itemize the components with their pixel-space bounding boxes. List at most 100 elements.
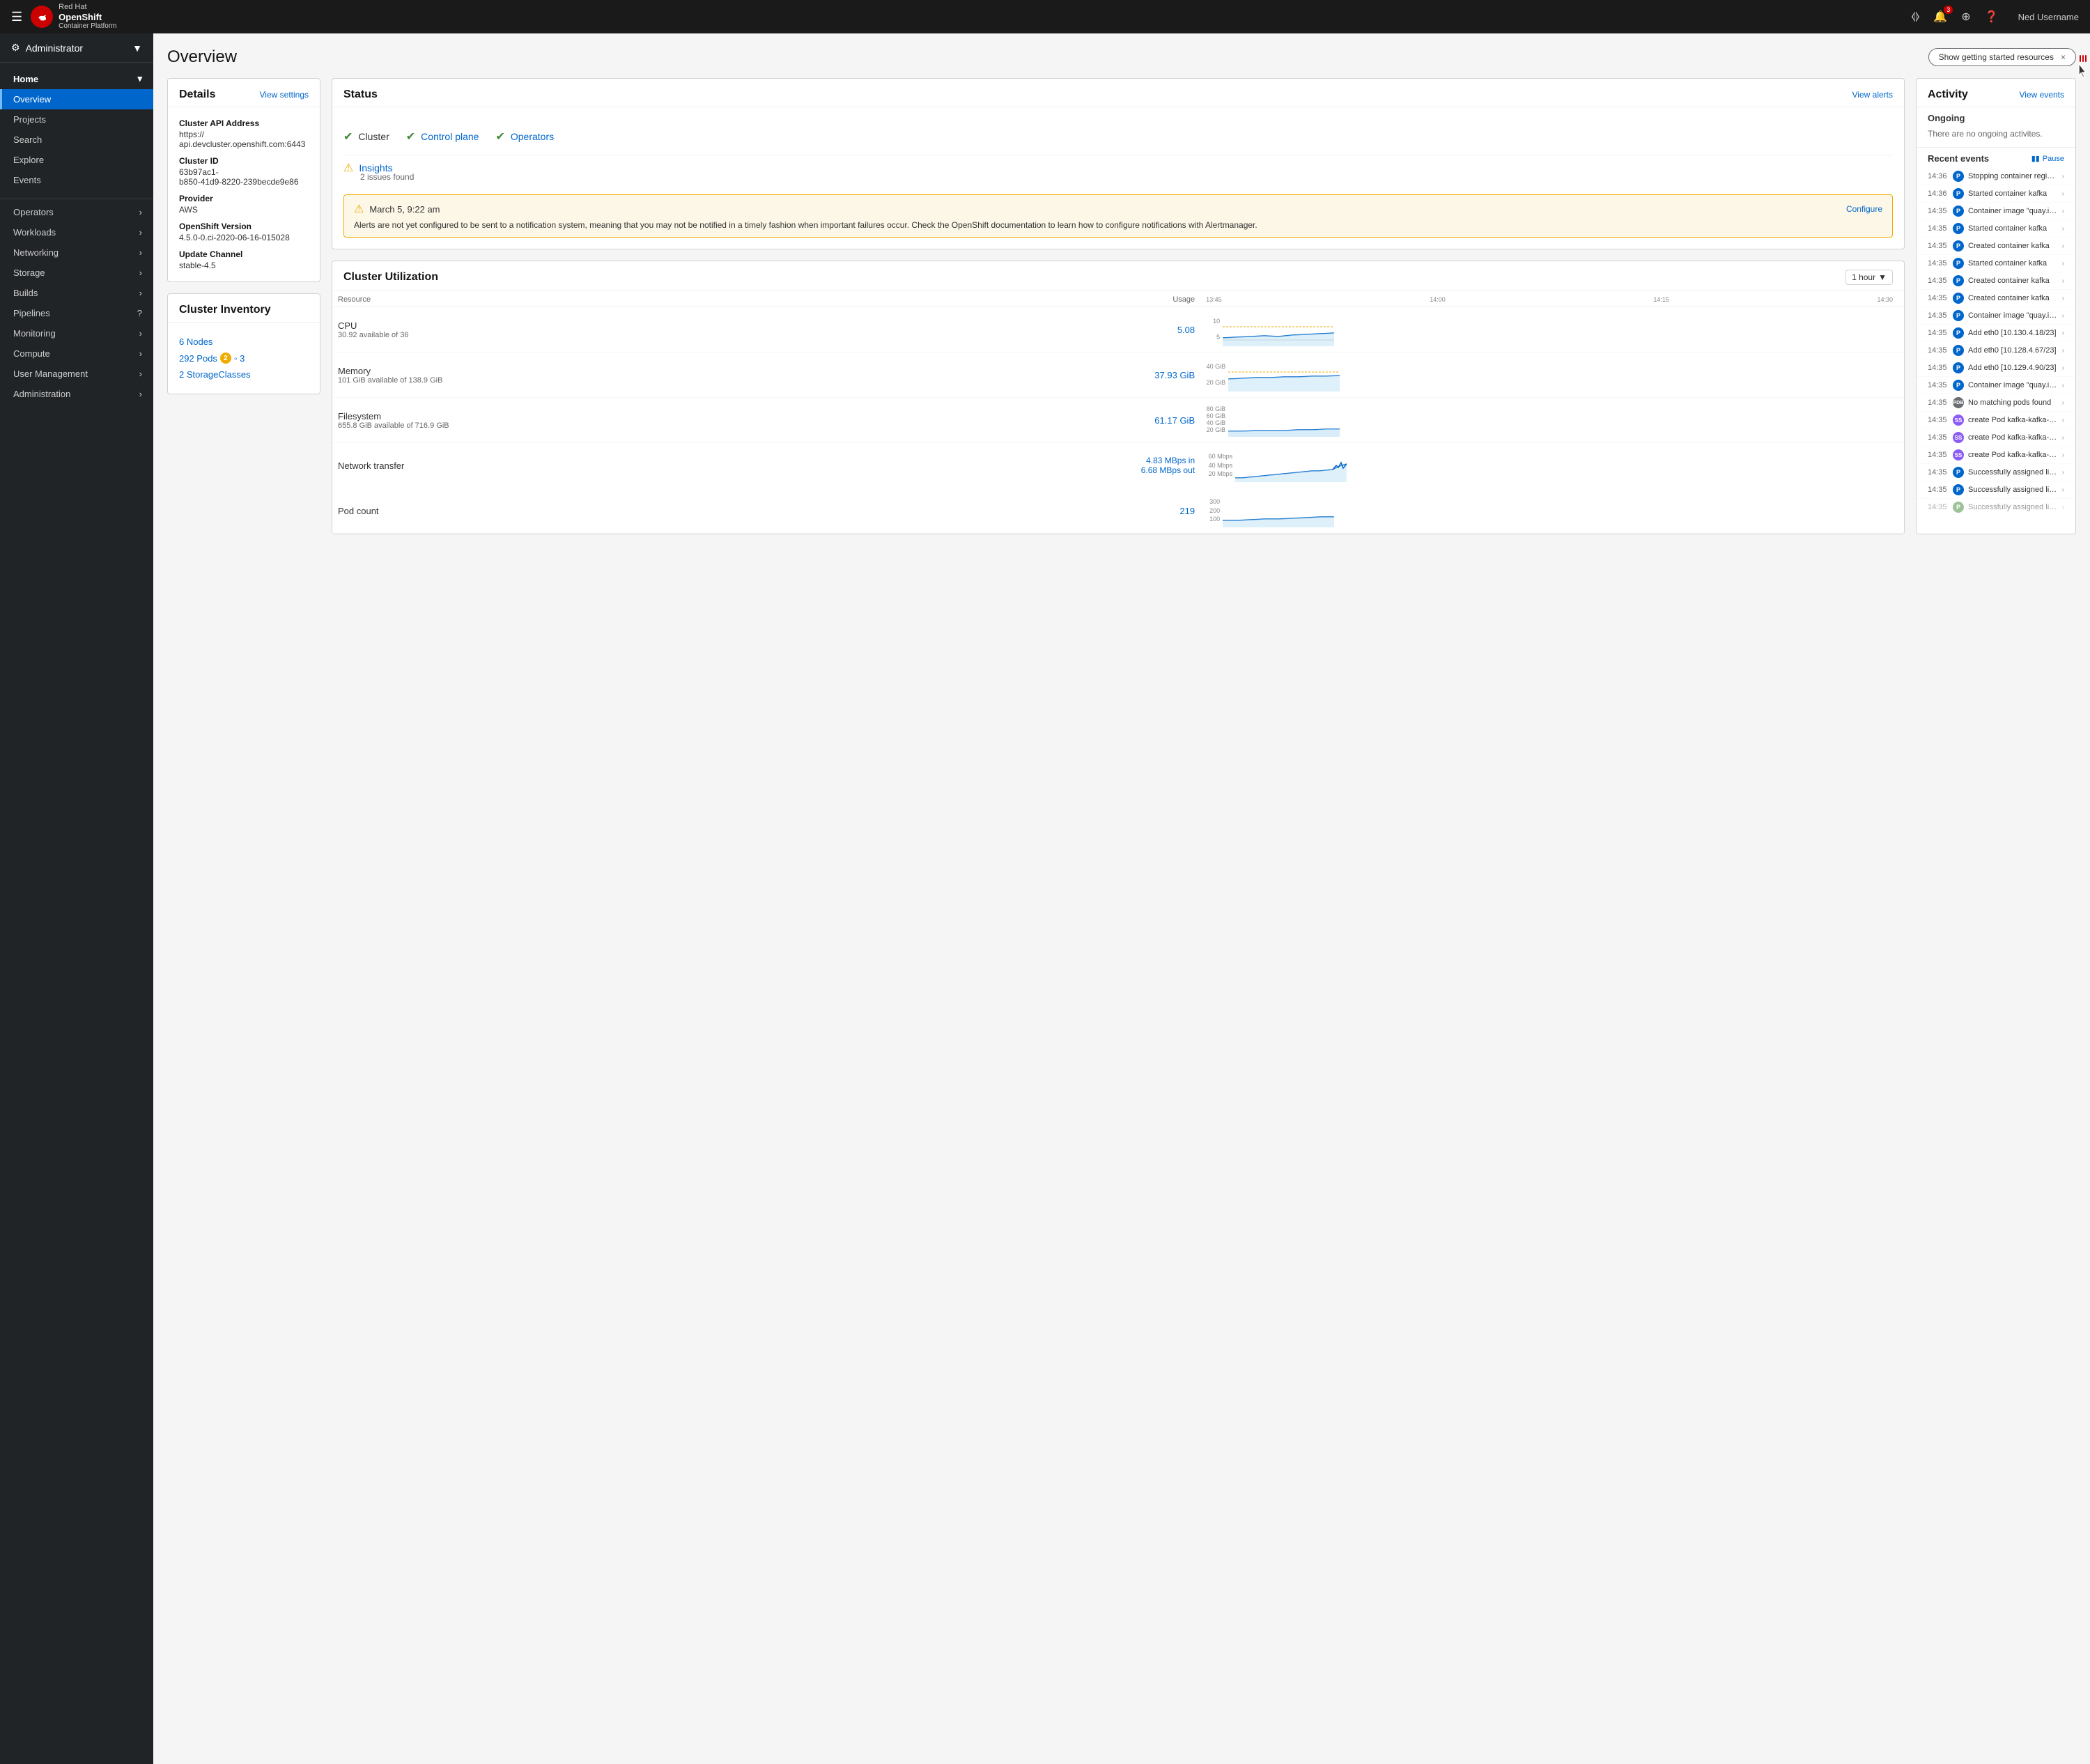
event-row[interactable]: 14:36 P Started container kafka › — [1917, 185, 2075, 203]
event-row[interactable]: 14:35 P Successfully assigned liz/ka... … — [1917, 464, 2075, 481]
sidebar-item-events[interactable]: Events — [0, 170, 153, 190]
event-arrow-icon: › — [2062, 330, 2064, 337]
content-grid: Details View settings Cluster API Addres… — [167, 78, 2076, 534]
view-events-link[interactable]: View events — [2020, 90, 2064, 100]
inventory-panel-body: 6 Nodes 292 Pods 2 ◦ 3 2 StorageClasses — [168, 323, 320, 394]
event-arrow-icon: › — [2062, 190, 2064, 198]
view-alerts-link[interactable]: View alerts — [1852, 90, 1893, 100]
add-icon[interactable]: ⊕ — [1961, 10, 1970, 24]
chevron-right-icon: › — [139, 369, 142, 379]
operators-link[interactable]: Operators — [511, 131, 554, 142]
hamburger-menu[interactable]: ☰ — [11, 10, 22, 24]
sidebar-item-operators[interactable]: Operators › — [0, 202, 153, 222]
chevron-right-icon: › — [139, 389, 142, 399]
close-icon[interactable]: × — [2061, 52, 2066, 62]
sidebar-item-workloads[interactable]: Workloads › — [0, 222, 153, 242]
update-channel-value: stable-4.5 — [179, 261, 309, 270]
network-chart-svg — [1235, 449, 1347, 482]
pod-count-chart: 300 200 100 — [1200, 488, 1904, 534]
pause-button[interactable]: ▮▮ Pause — [2031, 154, 2064, 163]
sidebar-item-pipelines[interactable]: Pipelines ? — [0, 303, 153, 323]
event-row[interactable]: 14:35 P Add eth0 [10.128.4.67/23] › — [1917, 342, 2075, 359]
event-row[interactable]: 14:35 P Started container kafka › — [1917, 220, 2075, 238]
event-row[interactable]: 14:35 P Created container kafka › — [1917, 272, 2075, 290]
sidebar-item-builds[interactable]: Builds › — [0, 283, 153, 303]
ongoing-empty: There are no ongoing activites. — [1917, 126, 2075, 147]
brand-text: Red Hat OpenShift Container Platform — [59, 3, 116, 31]
event-badge-p: P — [1953, 345, 1964, 356]
sidebar-item-user-management[interactable]: User Management › — [0, 364, 153, 384]
sidebar-item-overview[interactable]: Overview — [0, 89, 153, 109]
provider-label: Provider — [179, 194, 309, 203]
activity-panel-header: Activity View events — [1917, 79, 2075, 107]
chevron-right-icon: › — [139, 268, 142, 278]
cluster-status: ✔ Cluster — [343, 124, 389, 149]
inventory-nodes[interactable]: 6 Nodes — [179, 334, 309, 350]
utilization-body: CPU 30.92 available of 36 5.08 10 5 — [332, 307, 1904, 534]
activity-title: Activity — [1928, 88, 1968, 101]
cursor-icon — [2076, 63, 2090, 80]
event-row[interactable]: 14:35 P Container image "quay.io/st... › — [1917, 307, 2075, 325]
alert-text: Alerts are not yet configured to be sent… — [354, 220, 1882, 230]
event-row[interactable]: 14:35 P Add eth0 [10.129.4.90/23] › — [1917, 359, 2075, 377]
openshift-version-label: OpenShift Version — [179, 222, 309, 231]
inventory-pods[interactable]: 292 Pods 2 ◦ 3 — [179, 350, 309, 366]
event-row[interactable]: 14:35 P Started container kafka › — [1917, 255, 2075, 272]
user-menu[interactable]: Ned Username — [2018, 12, 2079, 22]
spin-badge: ◦ 3 — [234, 353, 245, 364]
chevron-right-icon: › — [139, 348, 142, 359]
event-row[interactable]: 14:35 P Add eth0 [10.130.4.18/23] › — [1917, 325, 2075, 342]
event-row[interactable]: 14:35 P Successfully assigned liz/ka... … — [1917, 481, 2075, 499]
sidebar-item-explore[interactable]: Explore — [0, 150, 153, 170]
event-arrow-icon: › — [2062, 364, 2064, 372]
event-row[interactable]: 14:36 P Stopping container registry... › — [1917, 168, 2075, 185]
event-row[interactable]: 14:35 P Container image "quay.io/st... › — [1917, 203, 2075, 220]
cluster-status-label: Cluster — [358, 131, 389, 142]
event-row[interactable]: 14:35 P Created container kafka › — [1917, 290, 2075, 307]
cpu-chart: 10 5 — [1200, 307, 1904, 353]
inventory-storage-classes[interactable]: 2 StorageClasses — [179, 366, 309, 382]
sidebar-item-monitoring[interactable]: Monitoring › — [0, 323, 153, 343]
cluster-api-value: https://api.devcluster.openshift.com:644… — [179, 130, 309, 149]
notification-bell-icon[interactable]: 🔔 3 — [1933, 10, 1947, 24]
admin-switcher[interactable]: ⚙ Administrator ▼ — [0, 33, 153, 63]
event-row[interactable]: 14:35 PDB No matching pods found › — [1917, 394, 2075, 412]
sidebar-item-search[interactable]: Search — [0, 130, 153, 150]
event-row[interactable]: 14:35 P Created container kafka › — [1917, 238, 2075, 255]
getting-started-button[interactable]: Show getting started resources × — [1928, 48, 2076, 66]
event-badge-p: P — [1953, 188, 1964, 199]
ongoing-title: Ongoing — [1917, 107, 2075, 126]
sidebar-item-home[interactable]: Home ▾ — [0, 68, 153, 89]
view-settings-link[interactable]: View settings — [260, 90, 309, 100]
sidebar-item-administration[interactable]: Administration › — [0, 384, 153, 404]
event-row[interactable]: 14:35 SS create Pod kafka-kafka-0 ... › — [1917, 429, 2075, 447]
configure-link[interactable]: Configure — [1846, 204, 1882, 214]
sidebar-item-projects[interactable]: Projects — [0, 109, 153, 130]
time-selector[interactable]: 1 hour ▼ — [1845, 270, 1893, 285]
control-plane-link[interactable]: Control plane — [421, 131, 479, 142]
recent-events-header: Recent events ▮▮ Pause — [1917, 147, 2075, 168]
details-panel: Details View settings Cluster API Addres… — [167, 78, 320, 282]
utilization-table: Resource Usage 13:45 14:00 14:15 14:30 — [332, 291, 1904, 534]
chevron-right-icon: › — [139, 328, 142, 339]
ongoing-section: Ongoing There are no ongoing activites. — [1917, 107, 2075, 147]
event-badge-p: P — [1953, 362, 1964, 373]
help-icon[interactable]: ❓ — [1985, 10, 1999, 24]
usage-col-header: Usage — [899, 291, 1201, 307]
sidebar-item-storage[interactable]: Storage › — [0, 263, 153, 283]
event-row[interactable]: 14:35 SS create Pod kafka-kafka-1i... › — [1917, 447, 2075, 464]
event-row[interactable]: 14:35 P Container image "quay.io/st... › — [1917, 377, 2075, 394]
event-row[interactable]: 14:35 P Successfully assigned liz/ka... … — [1917, 499, 2075, 516]
sidebar-item-networking[interactable]: Networking › — [0, 242, 153, 263]
sidebar-item-compute[interactable]: Compute › — [0, 343, 153, 364]
event-arrow-icon: › — [2062, 312, 2064, 320]
insights-row: ⚠ Insights 2 issues found — [343, 155, 1893, 187]
sidebar: ⚙ Administrator ▼ Home ▾ Overview Projec… — [0, 33, 153, 1764]
grid-icon[interactable]: ⦉⦊ — [1912, 10, 1920, 23]
event-row[interactable]: 14:35 SS create Pod kafka-kafka-2 i... › — [1917, 412, 2075, 429]
operators-ok-icon: ✔ — [495, 130, 504, 144]
activity-panel: Activity View events Ongoing There are n… — [1916, 78, 2076, 534]
details-title: Details — [179, 88, 215, 101]
time-labels: 13:45 14:00 14:15 14:30 — [1206, 296, 1898, 303]
sidebar-home-section: Home ▾ Overview Projects Search Explore … — [0, 63, 153, 196]
